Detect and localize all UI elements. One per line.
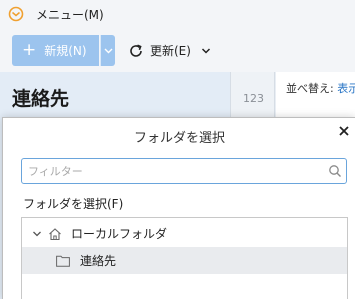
search-icon (329, 165, 341, 177)
menu-button[interactable]: メニュー(M) (36, 6, 104, 23)
folder-tree: ローカルフォルダ 連絡先 (21, 217, 348, 299)
sort-value-link[interactable]: 表示 (337, 82, 355, 95)
refresh-icon (130, 43, 142, 57)
filter-input[interactable] (22, 159, 312, 183)
number-index-tab[interactable]: 123 (243, 92, 264, 105)
filter-field (21, 158, 347, 184)
home-icon (49, 227, 61, 240)
page-title: 連絡先 (12, 88, 70, 110)
tree-item-local-folders[interactable]: ローカルフォルダ (22, 220, 347, 247)
dialog-title: フォルダを選択 (133, 131, 225, 146)
refresh-button[interactable]: 更新(E) (128, 35, 211, 66)
tree-item-label: ローカルフォルダ (71, 227, 168, 241)
plus-icon: + (22, 40, 37, 60)
menu-bar: メニュー(M) (0, 0, 355, 28)
select-folder-dialog: フォルダを選択 フォルダを選択(F) ローカルフォルダ 連絡先 (2, 117, 355, 299)
refresh-button-label: 更新(E) (150, 44, 191, 58)
folder-select-label: フォルダを選択(F) (23, 197, 124, 211)
folder-icon (56, 255, 70, 267)
chevron-down-icon[interactable] (201, 46, 211, 56)
sort-control[interactable]: 並べ替え: 表示 (286, 80, 355, 96)
close-icon[interactable] (337, 124, 351, 138)
sort-label: 並べ替え: (286, 82, 334, 95)
email-app-logo-icon[interactable] (8, 6, 24, 22)
new-dropdown-button[interactable] (100, 35, 115, 66)
tree-item-label: 連絡先 (80, 254, 117, 268)
chevron-down-icon[interactable] (32, 229, 42, 239)
new-button-label: 新規(N) (44, 44, 87, 58)
new-button[interactable]: + 新規(N) (12, 35, 99, 66)
tree-item-contacts[interactable]: 連絡先 (22, 247, 347, 274)
toolbar: + 新規(N) 更新(E) (0, 28, 355, 72)
chevron-down-icon (104, 48, 112, 53)
